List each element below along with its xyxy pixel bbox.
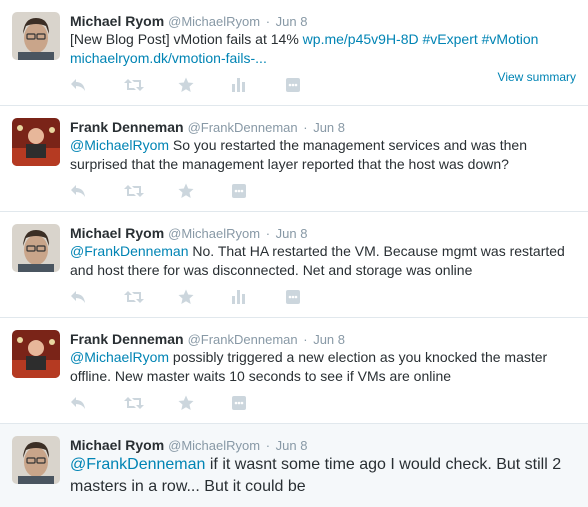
fullname[interactable]: Michael Ryom [70, 225, 164, 241]
fullname[interactable]: Michael Ryom [70, 13, 164, 29]
more-icon[interactable] [232, 182, 286, 200]
tweet-link[interactable]: wp.me/p45v9H-8D [303, 31, 419, 47]
tweet-5-focused[interactable]: Michael Ryom @MichaelRyom · Jun 8 @FrankD… [0, 424, 588, 507]
mention[interactable]: @FrankDenneman [70, 243, 189, 259]
username[interactable]: @FrankDenneman [188, 120, 298, 135]
username[interactable]: @MichaelRyom [168, 438, 260, 453]
tweet-actions [70, 288, 340, 306]
username[interactable]: @FrankDenneman [188, 332, 298, 347]
reply-icon[interactable] [70, 394, 124, 412]
more-icon[interactable] [286, 76, 340, 94]
tweet-header: Michael Ryom @MichaelRyom · Jun 8 [70, 224, 307, 243]
retweet-icon[interactable] [124, 288, 178, 306]
separator: · [262, 14, 274, 29]
conversation-timeline: Michael Ryom @MichaelRyom · Jun 8 [New Bl… [0, 0, 588, 507]
tweet-text: @MichaelRyom So you restarted the manage… [70, 136, 580, 174]
username[interactable]: @MichaelRyom [168, 14, 260, 29]
tweet-link-2[interactable]: michaelryom.dk/vmotion-fails-... [70, 50, 267, 66]
avatar-frank-denneman[interactable] [12, 118, 60, 166]
more-icon[interactable] [232, 394, 286, 412]
tweet-header: Michael Ryom @MichaelRyom · Jun 8 [70, 436, 307, 455]
separator: · [262, 226, 274, 241]
mention[interactable]: @FrankDenneman [70, 456, 205, 473]
favorite-icon[interactable] [178, 394, 232, 412]
tweet-text: @FrankDenneman if it wasnt some time ago… [70, 454, 580, 498]
timestamp[interactable]: Jun 8 [313, 120, 345, 135]
tweet-4[interactable]: Frank Denneman @FrankDenneman · Jun 8 @Mi… [0, 318, 588, 424]
analytics-icon[interactable] [232, 288, 286, 306]
fullname[interactable]: Frank Denneman [70, 331, 184, 347]
avatar-michael-ryom[interactable] [12, 436, 60, 484]
tweet-actions [70, 182, 286, 200]
reply-icon[interactable] [70, 76, 124, 94]
mention[interactable]: @MichaelRyom [70, 137, 169, 153]
tweet-text: @FrankDenneman No. That HA restarted the… [70, 242, 580, 280]
more-icon[interactable] [286, 288, 340, 306]
mention[interactable]: @MichaelRyom [70, 349, 169, 365]
fullname[interactable]: Frank Denneman [70, 119, 184, 135]
favorite-icon[interactable] [178, 182, 232, 200]
timestamp[interactable]: Jun 8 [276, 226, 308, 241]
separator: · [299, 120, 312, 135]
avatar-michael-ryom[interactable] [12, 12, 60, 60]
view-summary-link[interactable]: View summary [498, 70, 576, 84]
timestamp[interactable]: Jun 8 [313, 332, 345, 347]
tweet-1[interactable]: Michael Ryom @MichaelRyom · Jun 8 [New Bl… [0, 0, 588, 106]
tweet-3[interactable]: Michael Ryom @MichaelRyom · Jun 8 @FrankD… [0, 212, 588, 318]
retweet-icon[interactable] [124, 182, 178, 200]
favorite-icon[interactable] [178, 288, 232, 306]
username[interactable]: @MichaelRyom [168, 226, 260, 241]
tweet-text: @MichaelRyom possibly triggered a new el… [70, 348, 580, 386]
reply-icon[interactable] [70, 288, 124, 306]
tweet-header: Michael Ryom @MichaelRyom · Jun 8 [70, 12, 307, 31]
tweet-header: Frank Denneman @FrankDenneman · Jun 8 [70, 330, 345, 349]
tweet-text: [New Blog Post] vMotion fails at 14% wp.… [70, 30, 580, 68]
hashtag-vexpert[interactable]: #vExpert [419, 31, 477, 47]
fullname[interactable]: Michael Ryom [70, 437, 164, 453]
tweet-2[interactable]: Frank Denneman @FrankDenneman · Jun 8 @Mi… [0, 106, 588, 212]
reply-icon[interactable] [70, 182, 124, 200]
timestamp[interactable]: Jun 8 [276, 438, 308, 453]
tweet-header: Frank Denneman @FrankDenneman · Jun 8 [70, 118, 345, 137]
tweet-actions [70, 394, 286, 412]
tweet-text-plain: [New Blog Post] vMotion fails at 14% [70, 31, 303, 47]
analytics-icon[interactable] [232, 76, 286, 94]
hashtag-vmotion[interactable]: #vMotion [478, 31, 539, 47]
retweet-icon[interactable] [124, 394, 178, 412]
retweet-icon[interactable] [124, 76, 178, 94]
separator: · [299, 332, 312, 347]
separator: · [262, 438, 274, 453]
favorite-icon[interactable] [178, 76, 232, 94]
tweet-actions [70, 76, 340, 94]
avatar-michael-ryom[interactable] [12, 224, 60, 272]
timestamp[interactable]: Jun 8 [276, 14, 308, 29]
avatar-frank-denneman[interactable] [12, 330, 60, 378]
